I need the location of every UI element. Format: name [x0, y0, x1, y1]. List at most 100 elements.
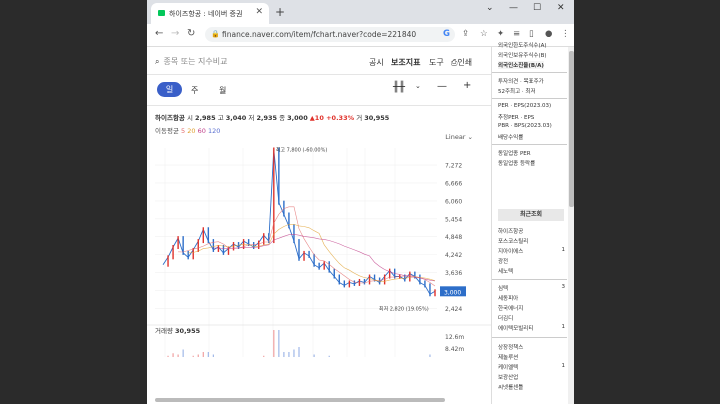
side-item: 투자의견 · 목표주가 [498, 79, 544, 85]
side-count: 1 [561, 363, 566, 369]
y-tick-label: 4,242 [445, 252, 462, 259]
ma-60: 60 [197, 127, 206, 135]
minimize-icon[interactable]: — [509, 3, 518, 13]
forward-icon[interactable]: → [171, 28, 179, 39]
recent-item[interactable]: 제놀루션 [498, 353, 518, 361]
moving-average-legend[interactable]: 이동평균 5 20 60 120 [155, 125, 220, 135]
profile-icon[interactable]: ● [545, 29, 552, 39]
max-label: 최고 7,800 (-60.00%) [276, 146, 328, 153]
recent-item[interactable]: 보광산업 [498, 373, 518, 381]
chart-page: ⌕ 종목 또는 지수비교 공시 보조지표 도구 ⎙인쇄 일 주 월 ╫╫ ⌄ — … [147, 47, 491, 404]
extensions-icon[interactable]: ✦ [497, 29, 504, 39]
volume-label: 거 [356, 114, 363, 122]
recent-item[interactable]: 에이텍모빌리티 [498, 324, 533, 332]
divider [492, 279, 567, 280]
sidepanel-icon[interactable]: ▯ [529, 29, 534, 39]
side-item: 52주최고 · 최저 [498, 89, 536, 95]
search-placeholder: 종목 또는 지수비교 [163, 57, 228, 66]
url-field[interactable]: 🔒 finance.naver.com/item/fchart.naver?co… [205, 27, 455, 42]
print-label: 인쇄 [457, 58, 473, 67]
recent-item[interactable]: 씨넷를센틀 [498, 383, 523, 391]
y-tick-label: 4,848 [445, 234, 462, 241]
recent-item[interactable]: 지아이에스 [498, 247, 523, 255]
recent-item[interactable]: 하이즈항공 [498, 227, 523, 235]
volume-chart-label: 거래량 [155, 327, 173, 335]
y-tick-label: 3,636 [445, 270, 462, 277]
ma-label: 이동평균 [155, 127, 179, 135]
divider [492, 337, 567, 338]
current-price-label: 3,000 [444, 289, 461, 296]
share-icon[interactable]: ⇪ [462, 29, 469, 39]
volume-tick-label: 12.6m [445, 334, 464, 341]
menu-print[interactable]: ⎙인쇄 [451, 57, 472, 68]
recent-item[interactable]: 심텍 [498, 284, 508, 292]
browser-tab[interactable]: 하이즈항공 : 네이버 증권 ✕ [151, 3, 269, 24]
divider [492, 72, 567, 73]
side-item: 추정PER · EPS [498, 115, 535, 121]
period-week-button[interactable]: 주 [191, 85, 198, 96]
side-item: PER · EPS(2023.03) [498, 103, 552, 109]
side-count: 1 [561, 247, 566, 253]
open-label: 시 [186, 114, 193, 122]
volume-title: 거래량 30,955 [155, 325, 200, 335]
high-value: 3,040 [225, 114, 247, 122]
y-tick-label: 6,060 [445, 198, 462, 205]
scrollbar-thumb[interactable] [569, 51, 574, 207]
divider [147, 105, 491, 106]
zoom-in-icon[interactable]: + [463, 80, 471, 91]
change-value: ▲10 +0.33% [309, 114, 355, 122]
period-month-button[interactable]: 월 [219, 85, 226, 96]
volume-tick-label: 8.42m [445, 346, 464, 353]
recent-item[interactable]: 세동피아 [498, 294, 518, 302]
recent-item[interactable]: 상장정책스 [498, 343, 523, 351]
recent-item[interactable]: 세노텍 [498, 267, 513, 275]
ma-20: 20 [187, 127, 196, 135]
media-icon[interactable]: ≡ [513, 29, 520, 39]
chevron-down-icon[interactable]: ⌄ [415, 82, 421, 90]
tab-bar: 하이즈항공 : 네이버 증권 ✕ + ⌄ — ☐ ✕ [147, 0, 574, 24]
ma-5: 5 [181, 127, 186, 135]
side-count: 3 [561, 284, 566, 290]
candle-type-icon[interactable]: ╫╫ [393, 82, 405, 93]
url-text: finance.naver.com/item/fchart.naver?code… [222, 30, 417, 39]
period-day-button[interactable]: 일 [157, 82, 182, 97]
maximize-icon[interactable]: ☐ [533, 3, 541, 13]
y-tick-label: 5,454 [445, 216, 462, 223]
google-icon[interactable]: G [443, 29, 450, 39]
sidebar-scrollbar[interactable] [568, 47, 574, 404]
search-box[interactable]: ⌕ 종목 또는 지수비교 [155, 56, 227, 67]
menu-tools[interactable]: 도구 [429, 57, 444, 68]
menu-indicators[interactable]: 보조지표 [391, 57, 420, 68]
reload-icon[interactable]: ↻ [187, 28, 195, 39]
high-label: 고 [217, 114, 224, 122]
y-tick-label: 6,666 [445, 180, 462, 187]
close-window-icon[interactable]: ✕ [557, 3, 565, 13]
recent-item[interactable]: 더김디 [498, 314, 513, 322]
side-item: 동일업종 등락률 [498, 161, 536, 167]
open-value: 2,985 [195, 114, 216, 122]
side-item: 외국인보유주식수(B) [498, 53, 547, 59]
min-label: 최저 2,820 (19.05%) [379, 305, 429, 312]
zoom-out-icon[interactable]: — [437, 81, 447, 92]
recent-item[interactable]: 광전 [498, 257, 508, 265]
back-icon[interactable]: ← [155, 28, 163, 39]
divider [492, 98, 567, 99]
side-count: 1 [561, 324, 566, 330]
tab-search-icon[interactable]: ⌄ [486, 3, 494, 13]
low-label: 저 [248, 114, 255, 122]
recent-item[interactable]: 한국에너지 [498, 304, 523, 312]
horizontal-scrollbar[interactable] [155, 398, 445, 402]
recent-header[interactable]: 최근조회 [498, 209, 564, 221]
new-tab-icon[interactable]: + [275, 5, 285, 19]
side-item[interactable]: 외국인소진율(B/A) [498, 61, 544, 69]
recent-item[interactable]: 포스코스틸리 [498, 237, 528, 245]
close-tab-icon[interactable]: ✕ [255, 7, 263, 17]
close-label: 종 [279, 114, 286, 122]
side-item: 외국인한도주식수(A) [498, 43, 547, 49]
bookmark-star-icon[interactable]: ☆ [480, 29, 488, 39]
recent-item[interactable]: 케이엘텍 [498, 363, 518, 371]
tab-title: 하이즈항공 : 네이버 증권 [169, 10, 243, 18]
moving-average-line [213, 233, 436, 282]
menu-disclosure[interactable]: 공시 [369, 57, 384, 68]
menu-icon[interactable]: ⋮ [561, 29, 570, 39]
